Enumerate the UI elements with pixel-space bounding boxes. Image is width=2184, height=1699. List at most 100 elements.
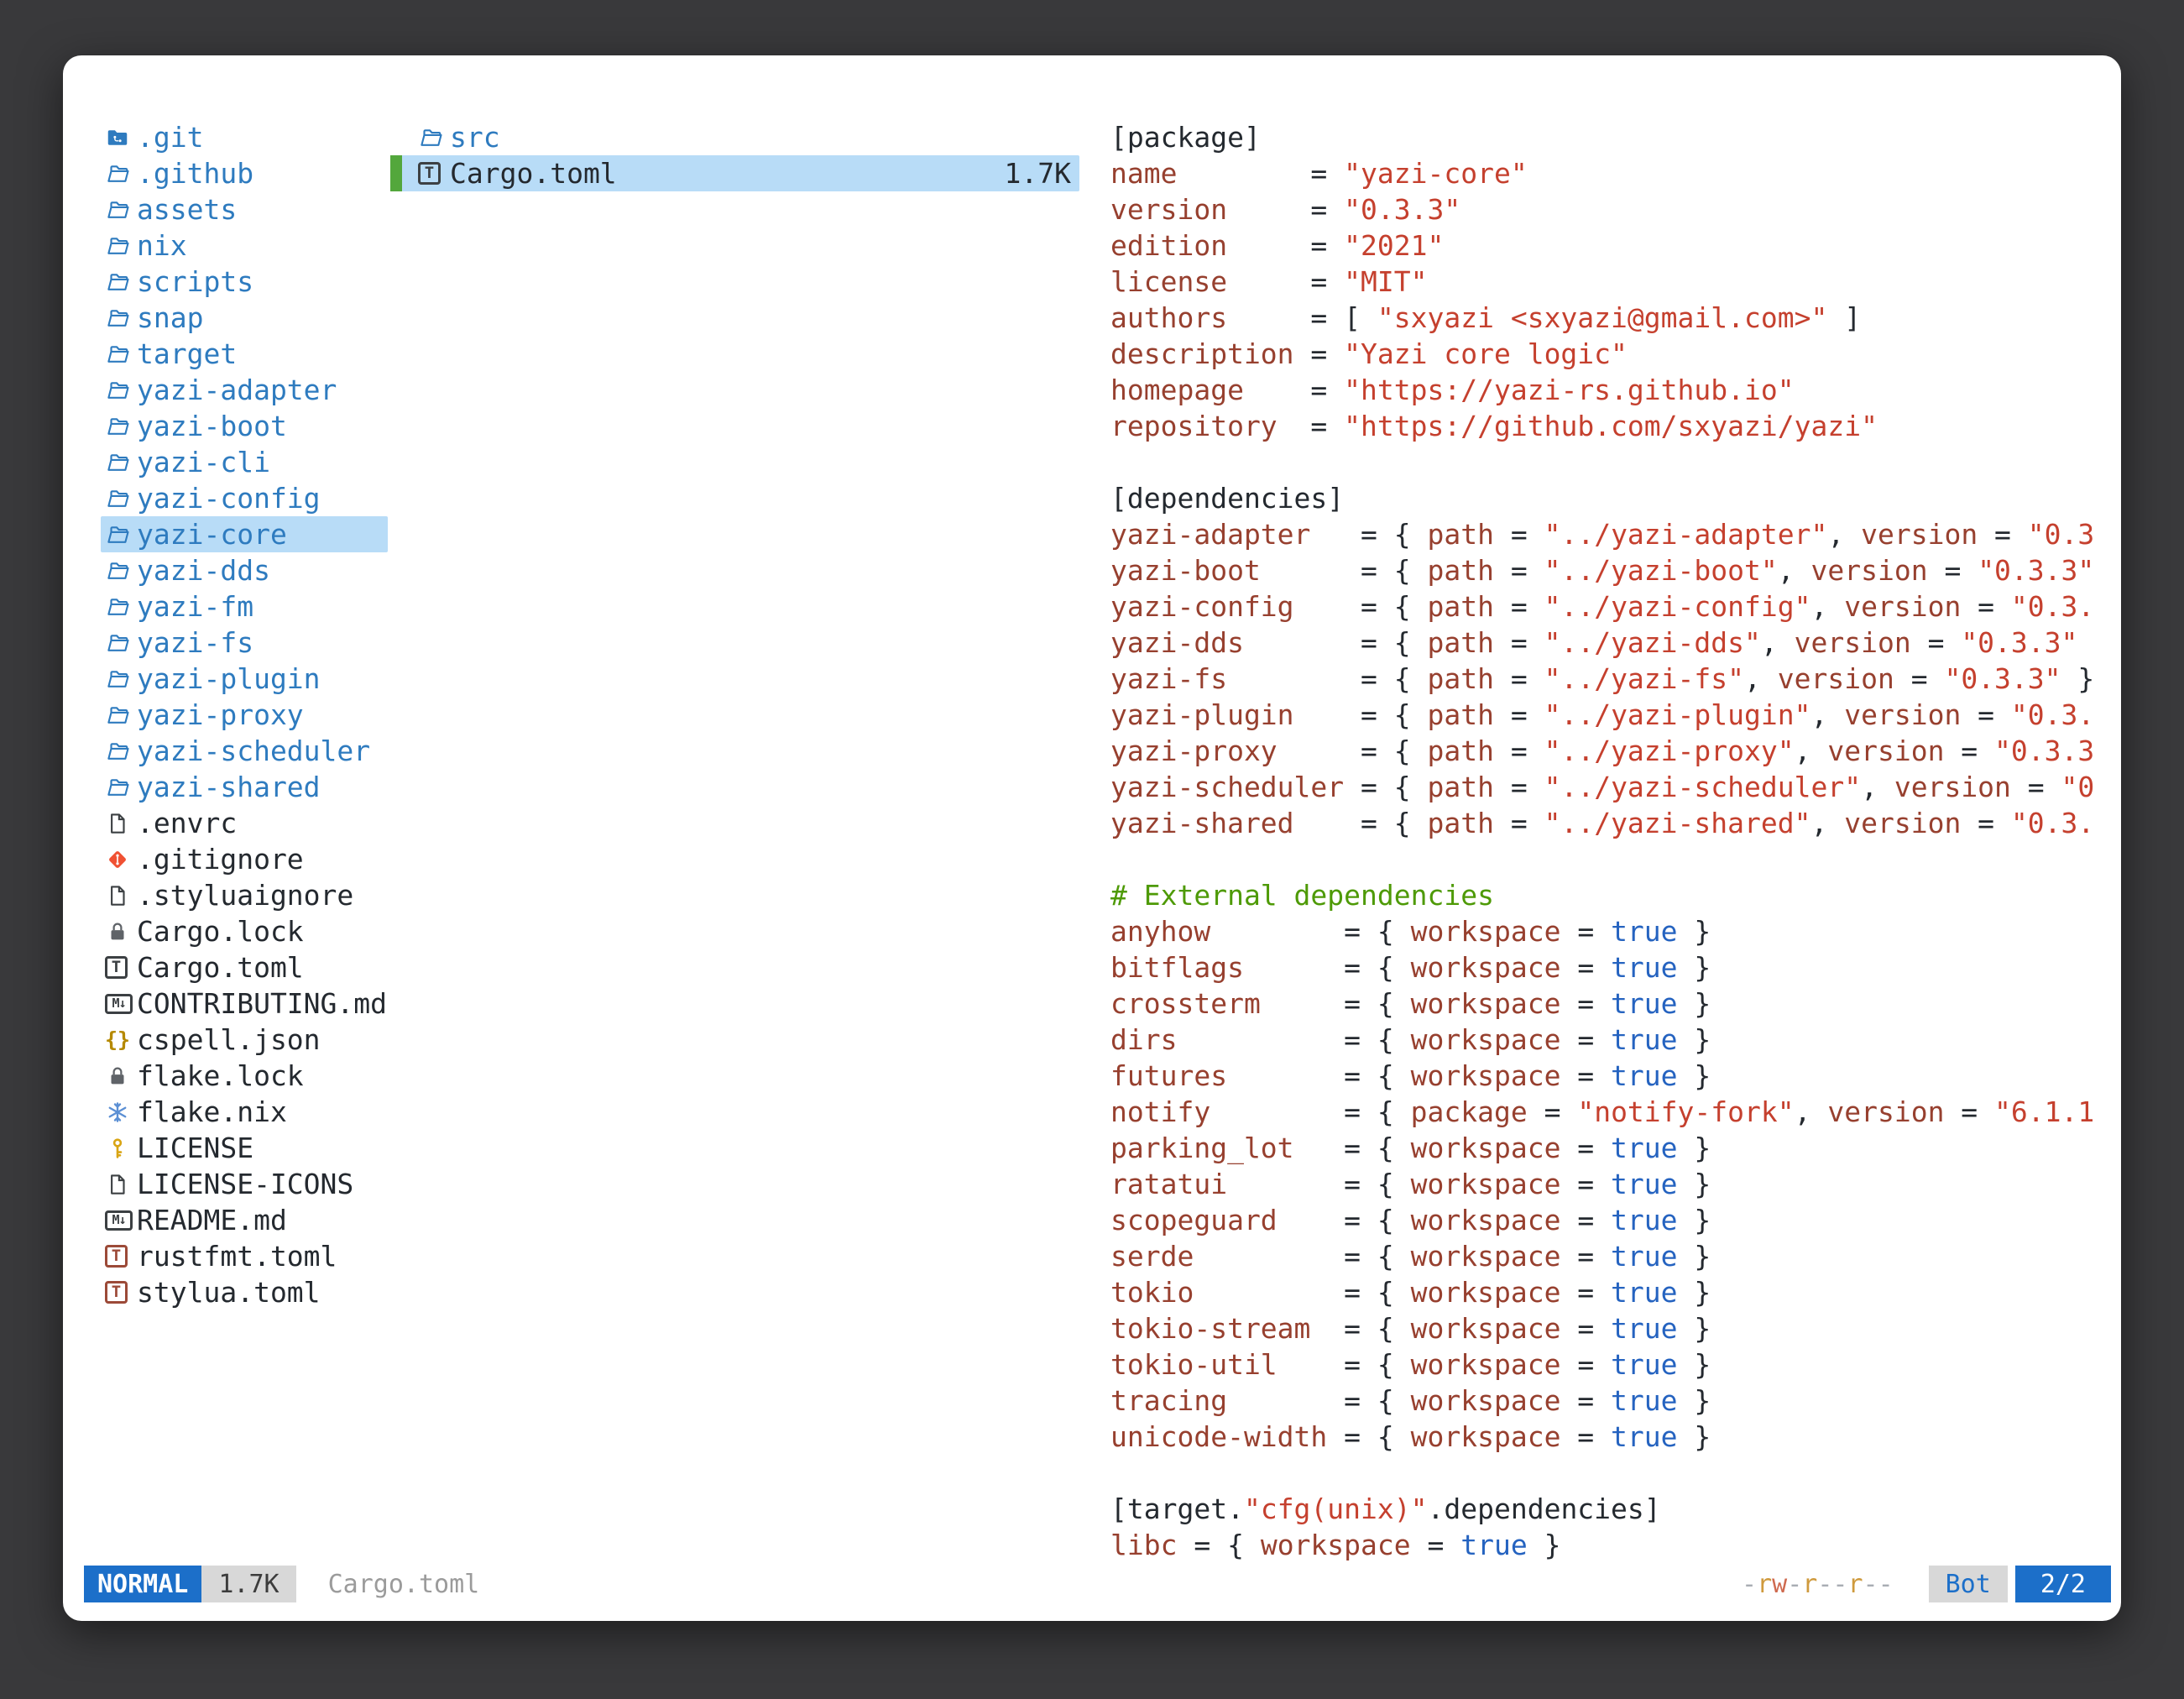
dir-row[interactable]: yazi-fm [101, 588, 388, 625]
file-name: README.md [137, 1204, 287, 1236]
file-row[interactable]: .envrc [101, 805, 388, 841]
file-row[interactable]: Tstylua.toml [101, 1274, 388, 1310]
file-row[interactable]: Cargo.lock [101, 913, 388, 949]
preview-line: futures = { workspace = true } [1110, 1058, 2109, 1094]
file-icon [105, 811, 137, 836]
dir-row[interactable]: nix [101, 227, 388, 264]
preview-line: yazi-config = { path = "../yazi-config",… [1110, 588, 2109, 625]
folder-icon [105, 414, 137, 439]
file-row[interactable]: .gitignore [101, 841, 388, 877]
preview-line: name = "yazi-core" [1110, 155, 2109, 191]
preview-line: parking_lot = { workspace = true } [1110, 1130, 2109, 1166]
folder-icon [105, 667, 137, 692]
file-name: LICENSE [137, 1132, 253, 1164]
statusbar-filename: Cargo.toml [328, 1570, 480, 1599]
file-row[interactable]: flake.lock [101, 1058, 388, 1094]
toml-red-icon: T [105, 1245, 137, 1268]
file-name: nix [137, 229, 187, 262]
dir-row[interactable]: .github [101, 155, 388, 191]
file-row[interactable]: LICENSE [101, 1130, 388, 1166]
dir-row[interactable]: yazi-cli [101, 444, 388, 480]
preview-line: [package] [1110, 119, 2109, 155]
git-folder-icon [105, 125, 137, 150]
file-name: .git [137, 121, 203, 154]
dir-row[interactable]: snap [101, 300, 388, 336]
preview-line: notify = { package = "notify-fork", vers… [1110, 1094, 2109, 1130]
dir-row[interactable]: yazi-core [101, 516, 388, 552]
yazi-terminal-window: .git.githubassetsnixscriptssnaptarget yaz… [63, 55, 2121, 1621]
markdown-icon: M↓ [105, 1210, 137, 1231]
folder-icon [105, 378, 137, 403]
file-index-badge: 2/2 [2015, 1566, 2111, 1602]
current-directory-pane: srcTCargo.toml1.7K [390, 119, 1079, 191]
preview-line: yazi-plugin = { path = "../yazi-plugin",… [1110, 697, 2109, 733]
file-row[interactable]: LICENSE-ICONS [101, 1166, 388, 1202]
file-icon [105, 883, 137, 908]
scroll-position-badge: Bot [1929, 1566, 2008, 1602]
dir-row[interactable]: yazi-boot [101, 408, 388, 444]
preview-line: serde = { workspace = true } [1110, 1238, 2109, 1274]
file-name: src [450, 121, 500, 154]
file-row[interactable]: M↓CONTRIBUTING.md [101, 985, 388, 1022]
dir-row[interactable]: yazi-proxy [101, 697, 388, 733]
dir-row[interactable]: yazi-plugin [101, 661, 388, 697]
file-name: yazi-adapter [137, 374, 337, 406]
file-name: yazi-core [137, 518, 287, 551]
file-row[interactable]: .styluaignore [101, 877, 388, 913]
dir-row[interactable]: yazi-adapter [101, 372, 388, 408]
dir-row[interactable]: scripts [101, 264, 388, 300]
file-name: .github [137, 157, 253, 190]
dir-row[interactable]: yazi-scheduler [101, 733, 388, 769]
toml-red-icon: T [105, 1281, 137, 1304]
preview-line: yazi-adapter = { path = "../yazi-adapter… [1110, 516, 2109, 552]
file-name: rustfmt.toml [137, 1240, 337, 1273]
dir-row[interactable]: yazi-fs [101, 625, 388, 661]
preview-line [1110, 1455, 2109, 1491]
license-icon [105, 1136, 137, 1161]
file-name: cspell.json [137, 1023, 321, 1056]
json-icon: {} [105, 1029, 137, 1050]
preview-line: unicode-width = { workspace = true } [1110, 1419, 2109, 1455]
preview-line: tokio-stream = { workspace = true } [1110, 1310, 2109, 1346]
file-row[interactable]: TCargo.toml [101, 949, 388, 985]
dir-row[interactable]: target [101, 336, 388, 372]
file-row[interactable]: {}cspell.json [101, 1022, 388, 1058]
file-row[interactable]: M↓README.md [101, 1202, 388, 1238]
toml-icon: T [418, 162, 450, 185]
file-name: snap [137, 301, 203, 334]
preview-line: yazi-shared = { path = "../yazi-shared",… [1110, 805, 2109, 841]
folder-icon [105, 775, 137, 800]
dir-row[interactable]: src [390, 119, 1079, 155]
preview-line: [dependencies] [1110, 480, 2109, 516]
preview-line: tokio = { workspace = true } [1110, 1274, 2109, 1310]
file-name: CONTRIBUTING.md [137, 987, 387, 1020]
file-name: yazi-config [137, 482, 321, 515]
dir-row[interactable]: yazi-shared [101, 769, 388, 805]
file-row[interactable]: Trustfmt.toml [101, 1238, 388, 1274]
file-name: yazi-shared [137, 771, 321, 803]
preview-line: dirs = { workspace = true } [1110, 1022, 2109, 1058]
file-name: yazi-fm [137, 590, 253, 623]
dir-row[interactable]: yazi-config [101, 480, 388, 516]
toml-icon: T [105, 956, 137, 979]
preview-line: tracing = { workspace = true } [1110, 1383, 2109, 1419]
preview-line: yazi-scheduler = { path = "../yazi-sched… [1110, 769, 2109, 805]
git-icon [105, 847, 137, 872]
file-name: .styluaignore [137, 879, 353, 912]
file-name: scripts [137, 265, 253, 298]
dir-row[interactable]: .git [101, 119, 388, 155]
folder-icon [105, 161, 137, 186]
dir-row[interactable]: assets [101, 191, 388, 227]
folder-icon [105, 450, 137, 475]
dir-row[interactable]: yazi-dds [101, 552, 388, 588]
file-row[interactable]: flake.nix [101, 1094, 388, 1130]
folder-icon [105, 269, 137, 295]
file-name: flake.nix [137, 1095, 287, 1128]
file-preview-pane: [package]name = "yazi-core"version = "0.… [1110, 119, 2109, 1563]
file-icon [105, 1172, 137, 1197]
preview-line: ratatui = { workspace = true } [1110, 1166, 2109, 1202]
folder-icon [105, 558, 137, 583]
file-row[interactable]: TCargo.toml1.7K [390, 155, 1079, 191]
file-name: target [137, 337, 237, 370]
lock-icon [105, 919, 137, 944]
